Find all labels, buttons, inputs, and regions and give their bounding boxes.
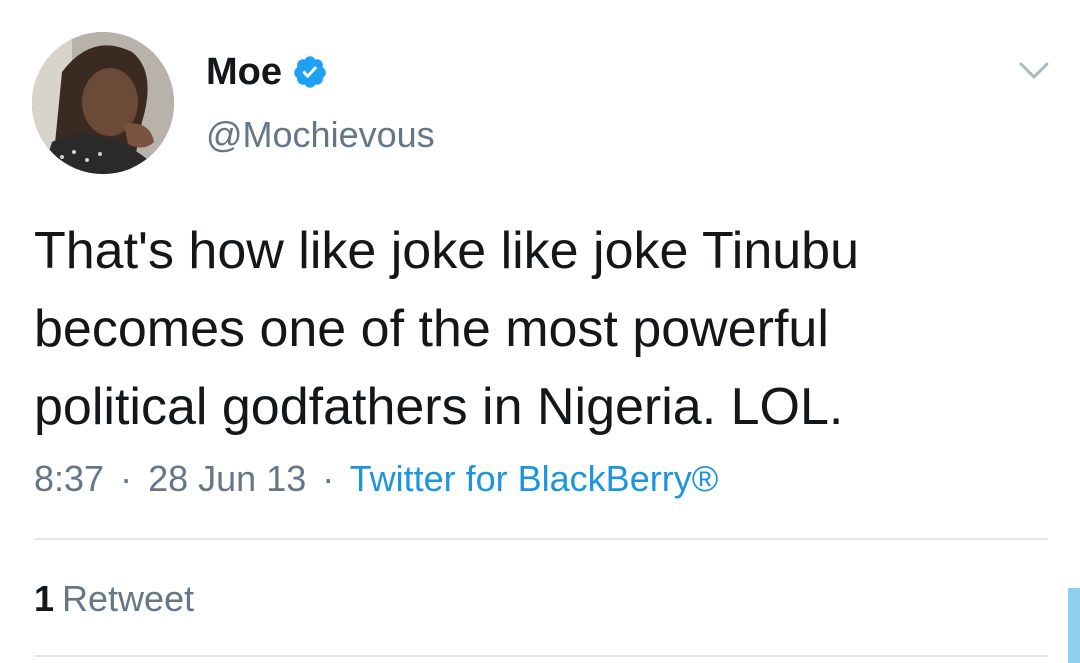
tweet-text-line: That's how like joke like joke Tinubu [34,222,860,280]
divider [34,655,1048,657]
name-row: Moe [206,48,435,96]
meta-separator: · [120,458,133,499]
retweet-label: Retweet [62,578,195,619]
tweet-text: That's how like joke like joke Tinubu be… [34,212,1044,446]
avatar[interactable] [32,32,174,174]
divider [34,538,1048,540]
tweet-text-line: political godfathers in Nigeria. LOL. [34,378,844,436]
verified-badge-icon [292,54,328,90]
retweet-stats[interactable]: 1 Retweet [34,578,194,620]
tweet-time: 8:37 [34,458,105,499]
display-name[interactable]: Moe [206,51,282,94]
scroll-indicator [1068,588,1080,663]
meta-separator: · [322,458,335,499]
tweet-source-link[interactable]: Twitter for BlackBerry® [350,458,719,499]
tweet-text-line: becomes one of the most powerful [34,300,829,358]
tweet-date: 28 Jun 13 [148,458,307,499]
tweet-meta: 8:37 · 28 Jun 13 · Twitter for BlackBerr… [34,458,718,500]
avatar-image [32,32,174,174]
user-info: Moe @Mochievous [206,48,435,156]
retweet-count: 1 [34,578,55,619]
chevron-down-icon[interactable] [1018,60,1050,82]
user-handle[interactable]: @Mochievous [206,114,435,156]
tweet-card: Moe @Mochievous That's how like joke lik… [0,0,1080,663]
